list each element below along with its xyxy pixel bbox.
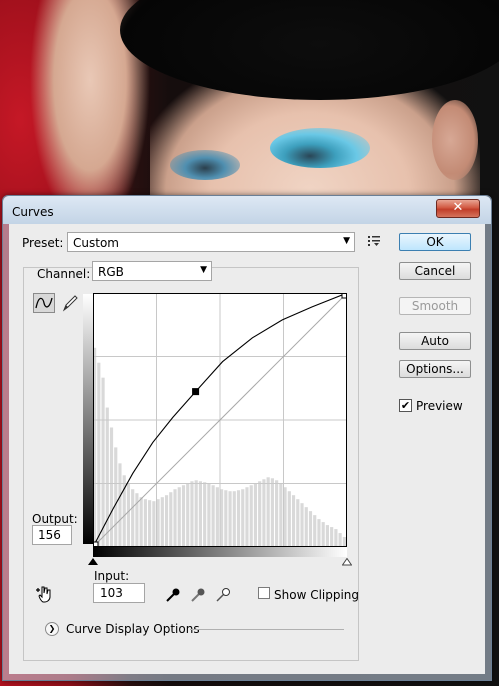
- channel-label: Channel:: [37, 267, 91, 281]
- histogram-bar: [270, 478, 274, 547]
- histogram-bar: [304, 507, 308, 547]
- input-label: Input:: [94, 569, 130, 583]
- histogram-bar: [169, 492, 173, 547]
- gray-point-eyedropper-icon[interactable]: [189, 586, 207, 604]
- pencil-icon[interactable]: [60, 293, 80, 313]
- histogram-bar: [245, 487, 249, 547]
- histogram-bar: [203, 482, 207, 547]
- chevron-down-icon: ▼: [343, 236, 350, 246]
- histogram-bar: [148, 500, 152, 547]
- preset-dropdown[interactable]: Custom ▼: [67, 232, 355, 252]
- curve-graph[interactable]: [93, 293, 347, 547]
- curve-display-options-label: Curve Display Options: [66, 622, 200, 636]
- close-button[interactable]: ✕: [436, 199, 480, 218]
- preset-value: Custom: [73, 236, 119, 250]
- histogram-bar: [308, 511, 313, 547]
- histogram-bar: [287, 491, 291, 547]
- histogram-bar: [317, 519, 321, 547]
- histogram-bar: [279, 483, 283, 547]
- output-gradient-bar: [83, 294, 93, 544]
- histogram-bar: [164, 495, 169, 547]
- histogram-bar: [258, 481, 262, 547]
- ok-button[interactable]: OK: [399, 233, 471, 251]
- histogram-bar: [342, 537, 346, 547]
- histogram-bar: [101, 377, 105, 547]
- options-button[interactable]: Options...: [399, 360, 471, 378]
- curve-tool-button[interactable]: [33, 293, 55, 313]
- dialog-title: Curves: [12, 205, 54, 219]
- histogram-bar: [160, 497, 164, 547]
- input-field[interactable]: 103: [93, 583, 145, 603]
- preset-label: Preset:: [22, 236, 64, 250]
- histogram-bar: [300, 503, 304, 547]
- histogram-bar: [266, 477, 270, 547]
- histogram-bar: [194, 480, 198, 547]
- histogram-bar: [228, 491, 232, 547]
- photo-eye-right: [270, 128, 370, 168]
- black-point-eyedropper-icon[interactable]: [164, 586, 182, 604]
- histogram-bar: [275, 480, 279, 547]
- section-divider: [190, 629, 344, 630]
- histogram-bar: [126, 483, 131, 547]
- input-gradient-bar: [93, 547, 347, 557]
- preview-label: Preview: [416, 399, 463, 413]
- title-bar[interactable]: Curves ✕: [3, 196, 491, 224]
- white-point-slider[interactable]: [342, 558, 352, 566]
- histogram-bar: [321, 522, 325, 547]
- histogram-bar: [241, 489, 245, 547]
- histogram-bar: [118, 463, 122, 547]
- curve-control-point[interactable]: [192, 388, 200, 396]
- output-label: Output:: [32, 512, 78, 526]
- curve-tool-icon: [35, 297, 53, 309]
- histogram-bar: [325, 525, 330, 547]
- preview-checkbox[interactable]: ✔: [399, 399, 412, 412]
- preset-options-icon[interactable]: [367, 234, 381, 248]
- histogram-bar: [114, 447, 118, 547]
- chevron-down-icon: ▼: [200, 265, 207, 275]
- histogram-bar: [105, 407, 109, 547]
- histogram-bar: [338, 533, 342, 547]
- curves-dialog: Curves ✕ Preset: Custom ▼ Channel: RGB ▼: [2, 195, 492, 681]
- histogram-bar: [334, 529, 338, 547]
- histogram-bar: [253, 483, 258, 547]
- show-clipping-checkbox[interactable]: [258, 587, 270, 599]
- histogram-bar: [198, 481, 203, 547]
- histogram-bar: [291, 495, 296, 547]
- histogram-bar: [249, 485, 253, 547]
- histogram-bar: [224, 490, 228, 547]
- show-clipping-label: Show Clipping: [274, 588, 360, 602]
- cancel-button[interactable]: Cancel: [399, 262, 471, 280]
- histogram-bar: [190, 481, 194, 547]
- white-point-eyedropper-icon[interactable]: [214, 586, 232, 604]
- targeted-adjustment-hand-icon[interactable]: [34, 584, 54, 604]
- histogram-bar: [181, 485, 186, 547]
- expand-chevron-icon[interactable]: ❯: [45, 622, 59, 636]
- histogram-bar: [143, 499, 147, 547]
- histogram-bar: [215, 487, 219, 547]
- dialog-content: Preset: Custom ▼ Channel: RGB ▼ Output: …: [9, 224, 485, 674]
- black-point-slider[interactable]: [88, 558, 98, 566]
- histogram-bar: [296, 499, 300, 547]
- histogram-bar: [97, 362, 101, 547]
- histogram-bar: [313, 515, 317, 547]
- histogram-bar: [173, 489, 177, 547]
- smooth-button[interactable]: Smooth: [399, 297, 471, 315]
- histogram-bar: [262, 479, 266, 547]
- histogram-bar: [152, 501, 156, 547]
- photo-ear: [432, 100, 478, 180]
- channel-value: RGB: [98, 265, 124, 279]
- histogram-bar: [211, 485, 215, 547]
- histogram-bar: [236, 490, 241, 547]
- histogram-bar: [177, 487, 181, 547]
- histogram-bar: [186, 483, 190, 547]
- histogram-bar: [232, 491, 236, 547]
- histogram-bar: [207, 483, 211, 547]
- photo-eye-left: [170, 150, 240, 180]
- histogram-bar: [139, 497, 143, 547]
- channel-dropdown[interactable]: RGB ▼: [92, 261, 212, 281]
- auto-button[interactable]: Auto: [399, 332, 471, 350]
- output-field[interactable]: 156: [32, 525, 72, 545]
- histogram-bar: [131, 489, 135, 547]
- histogram-bar: [330, 527, 334, 547]
